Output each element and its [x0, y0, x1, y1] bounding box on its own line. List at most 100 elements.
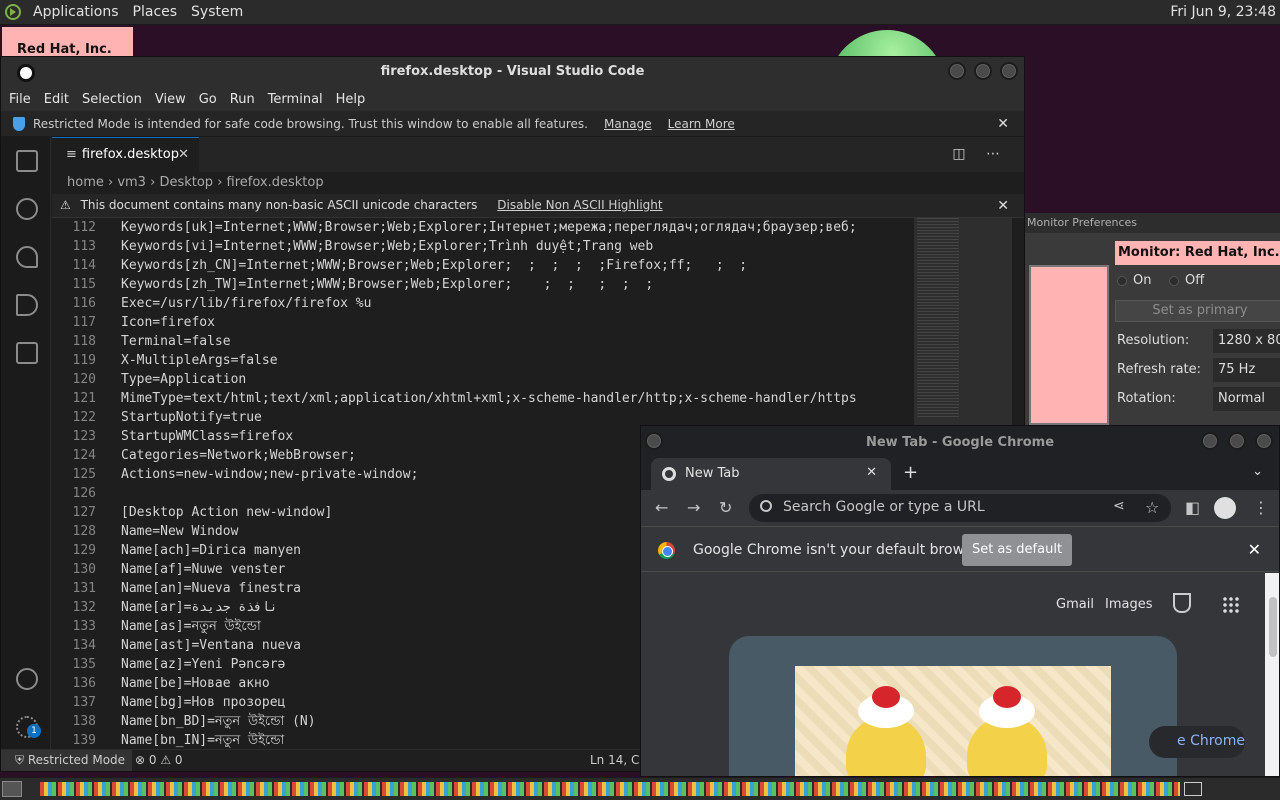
menu-view[interactable]: View [155, 92, 192, 107]
close-window-button[interactable] [1255, 432, 1273, 450]
chrome-window: New Tab - Google Chrome New Tab ✕ + ⌄ ← … [640, 425, 1280, 777]
code-line[interactable]: 115 Keywords[zh_TW]=Internet;WWW;Browser;… [52, 275, 914, 294]
code-line[interactable]: 120 Type=Application [52, 370, 914, 389]
extensions-icon[interactable] [16, 342, 38, 364]
forward-button[interactable]: → [687, 498, 700, 517]
minimize-button[interactable] [1201, 432, 1219, 450]
side-panel-icon[interactable]: ◧ [1185, 498, 1200, 517]
menu-go[interactable]: Go [199, 92, 223, 107]
omnibox[interactable]: Search Google or type a URL [749, 494, 1171, 522]
close-tab-icon[interactable]: ✕ [866, 465, 877, 480]
vscode-titlebar[interactable]: firefox.desktop - Visual Studio Code [1, 57, 1024, 87]
reload-button[interactable]: ↻ [719, 498, 732, 517]
default-browser-infobar: Google Chrome isn't your default browser… [641, 526, 1279, 572]
code-line[interactable]: 121 MimeType=text/html;text/xml;applicati… [52, 389, 914, 408]
page-scrollbar[interactable] [1265, 573, 1279, 776]
menu-selection[interactable]: Selection [82, 92, 148, 107]
code-line[interactable]: 113 Keywords[vi]=Internet;WWW;Browser;Web… [52, 237, 914, 256]
applications-menu[interactable]: Applications [26, 4, 126, 20]
back-button[interactable]: ← [655, 498, 668, 517]
chrome-labs-icon[interactable] [1173, 593, 1191, 613]
line-text: StartupWMClass=firefox [121, 429, 294, 444]
cursor-position-status[interactable]: Ln 14, Co [590, 753, 647, 767]
maximize-button[interactable] [1228, 432, 1246, 450]
monitor-preview[interactable] [1029, 265, 1109, 425]
bookmark-star-icon[interactable]: ☆ [1145, 498, 1159, 517]
learn-more-link[interactable]: Learn More [668, 117, 735, 131]
restricted-mode-status[interactable]: ⛨ Restricted Mode [1, 750, 133, 771]
code-line[interactable]: 118 Terminal=false [52, 332, 914, 351]
search-icon[interactable] [16, 198, 38, 220]
images-link[interactable]: Images [1105, 597, 1153, 612]
breadcrumb-home[interactable]: home [67, 175, 104, 190]
new-tab-button[interactable]: + [903, 462, 918, 483]
distro-logo-icon[interactable] [0, 0, 26, 25]
chrome-titlebar[interactable]: New Tab - Google Chrome [641, 426, 1279, 458]
refresh-rate-label: Refresh rate: [1117, 362, 1202, 377]
menu-file[interactable]: File [9, 92, 37, 107]
resolution-select[interactable]: 1280 x 800 [1213, 329, 1280, 353]
minimize-button[interactable] [948, 62, 966, 80]
menu-run[interactable]: Run [230, 92, 261, 107]
tab-search-chevron-icon[interactable]: ⌄ [1252, 464, 1263, 479]
taskbar-window-list[interactable] [40, 782, 1180, 796]
close-banner-icon[interactable]: ✕ [997, 116, 1009, 132]
chrome-logo-icon [658, 542, 675, 559]
places-menu[interactable]: Places [126, 4, 185, 20]
problems-status[interactable]: ⊗ 0 ⚠ 0 [135, 753, 183, 767]
google-doodle[interactable] [729, 636, 1177, 776]
manage-link[interactable]: Manage [604, 117, 652, 131]
code-line[interactable]: 119 X-MultipleArgs=false [52, 351, 914, 370]
maximize-button[interactable] [974, 62, 992, 80]
monitor-on-radio[interactable]: On [1117, 273, 1151, 288]
tab-label: New Tab [685, 466, 740, 481]
monitor-name-label: Monitor: Red Hat, Inc. 15" [1115, 241, 1280, 265]
system-menu[interactable]: System [184, 4, 250, 20]
code-line[interactable]: 114 Keywords[zh_CN]=Internet;WWW;Browser;… [52, 256, 914, 275]
tab-new-tab[interactable]: New Tab ✕ [651, 458, 891, 490]
breadcrumb-vm3[interactable]: vm3 [117, 175, 146, 190]
workspace-switcher[interactable] [1184, 782, 1202, 796]
share-icon[interactable]: ⋖ [1113, 498, 1125, 514]
code-line[interactable]: 117 Icon=firefox [52, 313, 914, 332]
account-icon[interactable] [16, 668, 38, 690]
monitor-preferences-window: Monitor Preferences Monitor: Red Hat, In… [1020, 213, 1280, 433]
menu-terminal[interactable]: Terminal [268, 92, 329, 107]
code-line[interactable]: 116 Exec=/usr/lib/firefox/firefox %u [52, 294, 914, 313]
close-tab-icon[interactable]: ✕ [178, 147, 189, 162]
line-number: 132 [72, 600, 96, 615]
set-as-default-button[interactable]: Set as default [962, 534, 1072, 566]
menu-help[interactable]: Help [336, 92, 372, 107]
show-desktop-icon[interactable] [2, 781, 22, 797]
kebab-menu-icon[interactable]: ⋮ [1253, 498, 1269, 517]
tab-firefox-desktop[interactable]: ≡ firefox.desktop ✕ [52, 137, 199, 172]
source-control-icon[interactable] [16, 246, 38, 268]
monitor-preferences-title[interactable]: Monitor Preferences [1021, 213, 1280, 233]
split-editor-icon[interactable]: ◫ ⋯ [952, 146, 1008, 162]
close-infobar-icon[interactable]: ✕ [1248, 540, 1261, 559]
breadcrumb-desktop[interactable]: Desktop [159, 175, 213, 190]
google-apps-icon[interactable] [1222, 596, 1240, 614]
refresh-rate-select[interactable]: 75 Hz [1213, 358, 1280, 382]
run-debug-icon[interactable] [16, 294, 38, 316]
gmail-link[interactable]: Gmail [1056, 597, 1094, 612]
rotation-select[interactable]: Normal [1213, 387, 1280, 411]
line-text: Actions=new-window;new-private-window; [121, 467, 419, 482]
disable-highlight-link[interactable]: Disable Non ASCII Highlight [497, 198, 662, 212]
code-line[interactable]: 112 Keywords[uk]=Internet;WWW;Browser;Web… [52, 218, 914, 237]
monitor-off-radio[interactable]: Off [1169, 273, 1204, 288]
close-warning-icon[interactable]: ✕ [997, 198, 1009, 214]
profile-icon[interactable] [1214, 497, 1236, 519]
breadcrumb-file[interactable]: firefox.desktop [227, 175, 324, 190]
non-ascii-warning-bar: ⚠ This document contains many non-basic … [52, 194, 1024, 218]
menu-edit[interactable]: Edit [44, 92, 75, 107]
explorer-icon[interactable] [16, 150, 38, 172]
line-text: X-MultipleArgs=false [121, 353, 278, 368]
panel-clock[interactable]: Fri Jun 9, 23:48 [1170, 4, 1276, 20]
set-primary-button[interactable]: Set as primary [1115, 300, 1280, 322]
activity-bar: 1 [1, 137, 51, 750]
warning-icon: ⚠ [60, 198, 71, 212]
customize-chrome-button[interactable]: e Chrome [1149, 726, 1245, 758]
line-number: 117 [72, 315, 96, 330]
close-window-button[interactable] [1000, 62, 1018, 80]
